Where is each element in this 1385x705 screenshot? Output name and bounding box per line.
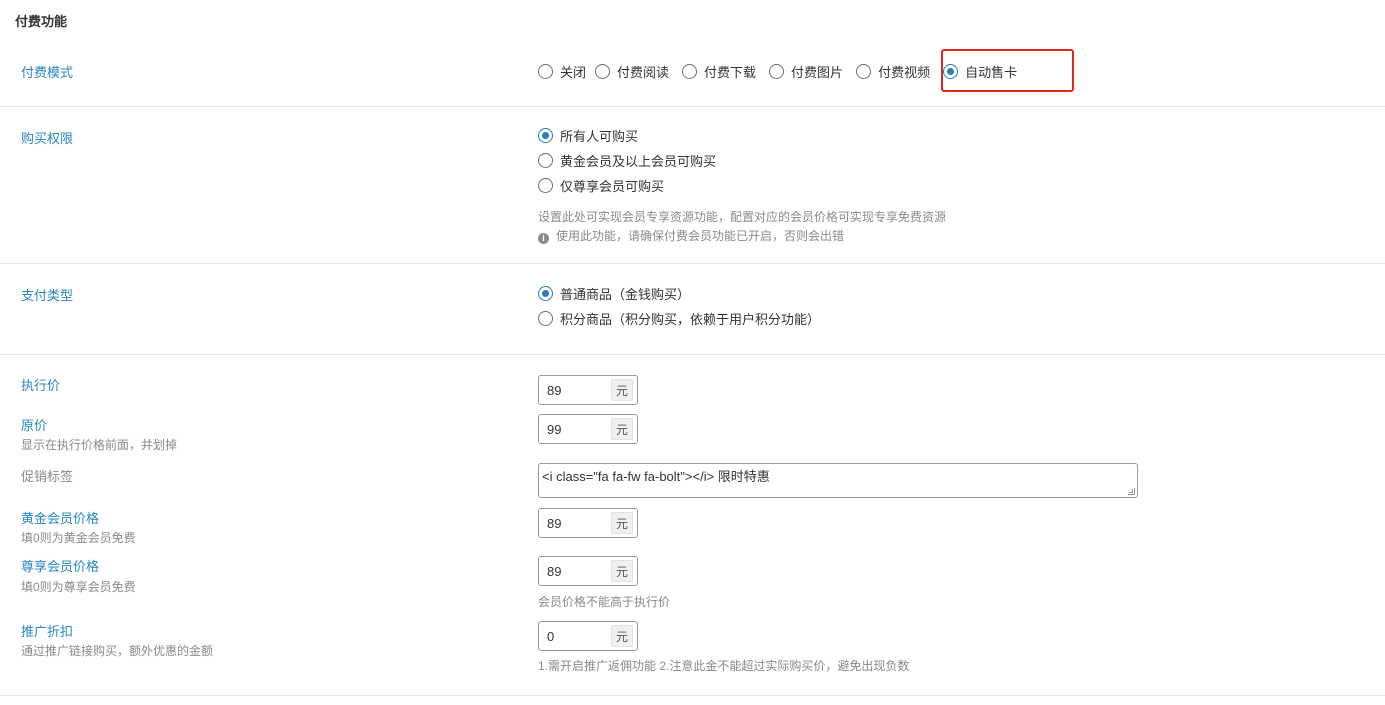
radio-pay-mode-read[interactable]: 付费阅读 [595,61,669,81]
radio-label: 自动售卡 [965,64,1018,80]
resize-grip-icon[interactable] [1128,488,1135,495]
gold-price-desc: 填0则为黄金会员免费 [21,531,136,545]
permission-warning: i 使用此功能，请确保付费会员功能已开启，否则会出错 [538,227,844,244]
radio-circle[interactable] [538,310,553,326]
promo-discount-desc: 通过推广链接购买，额外优惠的金额 [21,644,214,658]
gold-price-value[interactable]: 89 [539,516,611,531]
promo-discount-label: 推广折扣 [21,624,74,639]
promo-tag-value[interactable]: <i class="fa fa-fw fa-bolt"></i> 限时特惠 [542,469,770,484]
pay-mode-label: 付费模式 [21,65,74,80]
radio-label: 仅尊享会员可购买 [560,178,665,194]
radio-circle[interactable] [856,63,872,79]
radio-label: 普通商品（金钱购买） [560,286,691,302]
radio-circle[interactable] [538,63,553,79]
page-title: 付费功能 [15,14,68,29]
radio-pay-mode-auto-card[interactable]: 自动售卡 [943,61,1017,81]
radio-circle[interactable] [538,177,553,193]
radio-pay-mode-image[interactable]: 付费图片 [769,61,843,81]
pay-mode-section: 付费模式 关闭 付费阅读 付费下载 付费图片 付费视频 自动售卡 [0,40,1385,107]
promo-tag-label: 促销标签 [21,469,74,484]
radio-label: 关闭 [560,64,587,80]
exec-price-input[interactable]: 89 元 [538,375,638,405]
radio-label: 付费图片 [791,64,844,80]
pricing-section: 执行价 原价 显示在执行价格前面，并划掉 促销标签 黄金会员价格 填0则为黄金会… [0,355,1385,696]
permission-warning-text: 使用此功能，请确保付费会员功能已开启，否则会出错 [556,229,845,243]
payment-type-label: 支付类型 [21,288,74,303]
exec-price-label: 执行价 [21,378,61,393]
radio-label: 付费阅读 [617,64,670,80]
radio-permission-premium[interactable]: 仅尊享会员可购买 [538,175,664,195]
premium-price-input[interactable]: 89 元 [538,556,638,586]
exec-price-unit: 元 [611,379,633,401]
original-price-unit: 元 [611,418,633,440]
radio-circle[interactable] [769,63,785,79]
premium-price-unit: 元 [611,560,633,582]
gold-price-unit: 元 [611,512,633,534]
gold-price-label: 黄金会员价格 [21,511,100,526]
promo-discount-unit: 元 [611,625,633,647]
radio-permission-gold[interactable]: 黄金会员及以上会员可购买 [538,150,716,170]
payment-type-section: 支付类型 普通商品（金钱购买） 积分商品（积分购买，依赖于用户积分功能） [0,264,1385,355]
radio-label: 付费视频 [878,64,931,80]
promo-tag-textarea[interactable]: <i class="fa fa-fw fa-bolt"></i> 限时特惠 [538,463,1138,498]
promo-discount-value[interactable]: 0 [539,629,611,644]
radio-circle[interactable] [682,63,698,79]
purchase-permission-section: 购买权限 所有人可购买 黄金会员及以上会员可购买 仅尊享会员可购买 设置此处可实… [0,107,1385,264]
radio-circle-checked[interactable] [538,285,553,301]
original-price-input[interactable]: 99 元 [538,414,638,444]
purchase-permission-label: 购买权限 [21,131,74,146]
promo-discount-hint: 1.需开启推广返佣功能 2.注意此金不能超过实际购买价，避免出现负数 [538,659,910,673]
radio-pay-mode-close[interactable]: 关闭 [538,61,586,81]
gold-price-input[interactable]: 89 元 [538,508,638,538]
original-price-value[interactable]: 99 [539,422,611,437]
info-icon: i [538,233,549,244]
member-price-hint: 会员价格不能高于执行价 [538,595,671,609]
radio-pay-mode-download[interactable]: 付费下载 [682,61,756,81]
radio-circle-checked[interactable] [943,63,959,79]
radio-circle[interactable] [538,152,553,168]
premium-price-value[interactable]: 89 [539,564,611,579]
radio-circle[interactable] [595,63,611,79]
radio-label: 积分商品（积分购买，依赖于用户积分功能） [560,311,821,327]
premium-price-desc: 填0则为尊享会员免费 [21,580,136,594]
radio-label: 付费下载 [704,64,757,80]
radio-pay-mode-video[interactable]: 付费视频 [856,61,930,81]
permission-hint: 设置此处可实现会员专享资源功能，配置对应的会员价格可实现专享免费资源 [538,210,947,224]
premium-price-label: 尊享会员价格 [21,559,100,574]
radio-permission-all[interactable]: 所有人可购买 [538,125,638,145]
promo-discount-input[interactable]: 0 元 [538,621,638,651]
radio-payment-money[interactable]: 普通商品（金钱购买） [538,283,690,303]
pay-mode-radio-group: 关闭 付费阅读 付费下载 付费图片 付费视频 自动售卡 [538,61,1017,81]
radio-label: 黄金会员及以上会员可购买 [560,153,717,169]
radio-payment-points[interactable]: 积分商品（积分购买，依赖于用户积分功能） [538,308,820,328]
radio-circle-checked[interactable] [538,127,553,143]
exec-price-value[interactable]: 89 [539,383,611,398]
original-price-desc: 显示在执行价格前面，并划掉 [21,438,178,452]
radio-label: 所有人可购买 [560,128,639,144]
original-price-label: 原价 [21,418,48,433]
